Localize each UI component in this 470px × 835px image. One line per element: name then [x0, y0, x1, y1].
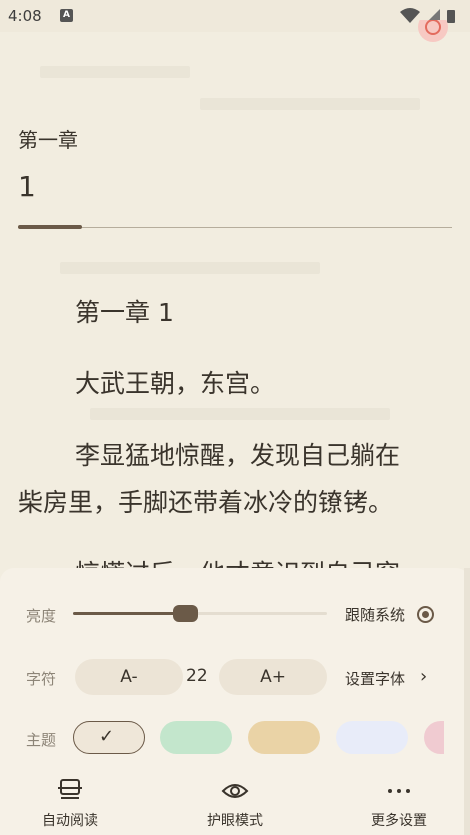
font-decrease-button[interactable]: A-	[75, 659, 183, 695]
font-size-value: 22	[186, 666, 208, 686]
more-settings-label: 更多设置	[371, 813, 427, 829]
font-increase-button[interactable]: A+	[219, 659, 327, 695]
auto-read-icon	[58, 779, 82, 799]
content-chapter-heading: 第一章 1	[75, 298, 174, 327]
follow-system-radio[interactable]	[417, 606, 434, 623]
status-bar: 4:08 A	[0, 0, 470, 32]
chapter-title: 第一章	[18, 128, 78, 152]
chevron-right-icon[interactable]: ›	[420, 666, 427, 687]
eye-mode-label: 护眼模式	[207, 813, 263, 829]
record-icon[interactable]	[418, 20, 448, 42]
content-paragraph: 柴房里，手脚还带着冰冷的镣铐。	[18, 488, 394, 517]
font-label: 字符	[26, 670, 57, 688]
chapter-progress-indicator	[18, 225, 82, 229]
content-paragraph: 李显猛地惊醒，发现自己躺在	[75, 441, 401, 470]
page-texture	[200, 98, 420, 110]
page-texture	[60, 262, 320, 274]
auto-read-label: 自动阅读	[42, 813, 98, 829]
eye-icon	[221, 784, 249, 798]
more-icon	[388, 789, 410, 793]
chapter-progress-track	[18, 227, 452, 228]
status-time: 4:08	[8, 7, 42, 25]
chapter-number: 1	[18, 170, 36, 203]
page-texture	[90, 408, 390, 420]
panel-edge	[464, 568, 470, 835]
theme-option-default[interactable]: ✓	[73, 721, 145, 754]
content-paragraph: 大武王朝，东宫。	[75, 369, 276, 398]
set-font-button[interactable]: 设置字体	[345, 668, 405, 689]
brightness-slider-fill	[73, 612, 185, 615]
follow-system-label: 跟随系统	[345, 606, 406, 624]
check-icon: ✓	[99, 726, 115, 747]
page-texture	[40, 66, 190, 78]
accessibility-icon: A	[60, 9, 73, 22]
brightness-slider-thumb[interactable]	[173, 605, 198, 622]
brightness-label: 亮度	[26, 607, 57, 625]
theme-option-blue[interactable]	[336, 721, 408, 754]
theme-label: 主题	[26, 731, 57, 749]
theme-option-green[interactable]	[160, 721, 232, 754]
theme-option-tan[interactable]	[248, 721, 320, 754]
wifi-icon	[400, 8, 420, 23]
battery-icon	[447, 10, 455, 23]
